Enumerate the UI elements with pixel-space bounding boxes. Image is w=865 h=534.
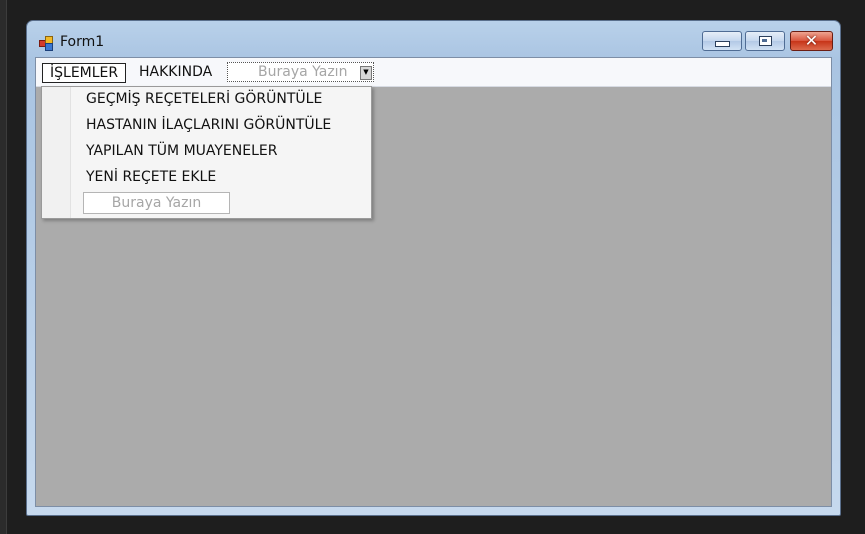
maximize-button[interactable] <box>745 31 785 51</box>
menu-item-hasta-ilaclari[interactable]: HASTANIN İLAÇLARINI GÖRÜNTÜLE <box>86 116 331 134</box>
app-icon <box>39 36 53 51</box>
menu-bar: İŞLEMLER HAKKINDA Buraya Yazın ▼ <box>36 58 831 87</box>
minimize-icon <box>714 41 730 47</box>
menu-item-yeni-recete[interactable]: YENİ REÇETE EKLE <box>86 168 216 186</box>
client-area: İŞLEMLER HAKKINDA Buraya Yazın ▼ GEÇMİŞ … <box>35 57 832 507</box>
menu-islemler[interactable]: İŞLEMLER <box>42 63 127 83</box>
menu-item-muayeneler[interactable]: YAPILAN TÜM MUAYENELER <box>86 142 277 160</box>
menu-placeholder-text: Buraya Yazın <box>258 64 348 80</box>
menu-item-gecmis-receteler[interactable]: GEÇMİŞ REÇETELERİ GÖRÜNTÜLE <box>86 90 322 108</box>
window-title: Form1 <box>60 34 105 50</box>
menu-hakkinda[interactable]: HAKKINDA <box>132 63 219 83</box>
maximize-icon <box>758 36 772 46</box>
menu-new-item-input[interactable]: Buraya Yazın ▼ <box>227 62 374 82</box>
dropdown-gutter <box>42 87 71 218</box>
dropdown-new-item-input[interactable]: Buraya Yazın <box>83 192 230 214</box>
title-bar[interactable]: Form1 ✕ <box>27 21 840 57</box>
islemler-dropdown: GEÇMİŞ REÇETELERİ GÖRÜNTÜLE HASTANIN İLA… <box>41 86 372 219</box>
app-window: Form1 ✕ İŞLEMLER HAKKINDA Buraya Yazın ▼… <box>26 20 841 516</box>
desktop-edge <box>0 0 7 534</box>
minimize-button[interactable] <box>702 31 742 51</box>
chevron-down-icon[interactable]: ▼ <box>360 66 372 80</box>
close-button[interactable]: ✕ <box>790 31 833 51</box>
close-icon: ✕ <box>804 31 819 50</box>
